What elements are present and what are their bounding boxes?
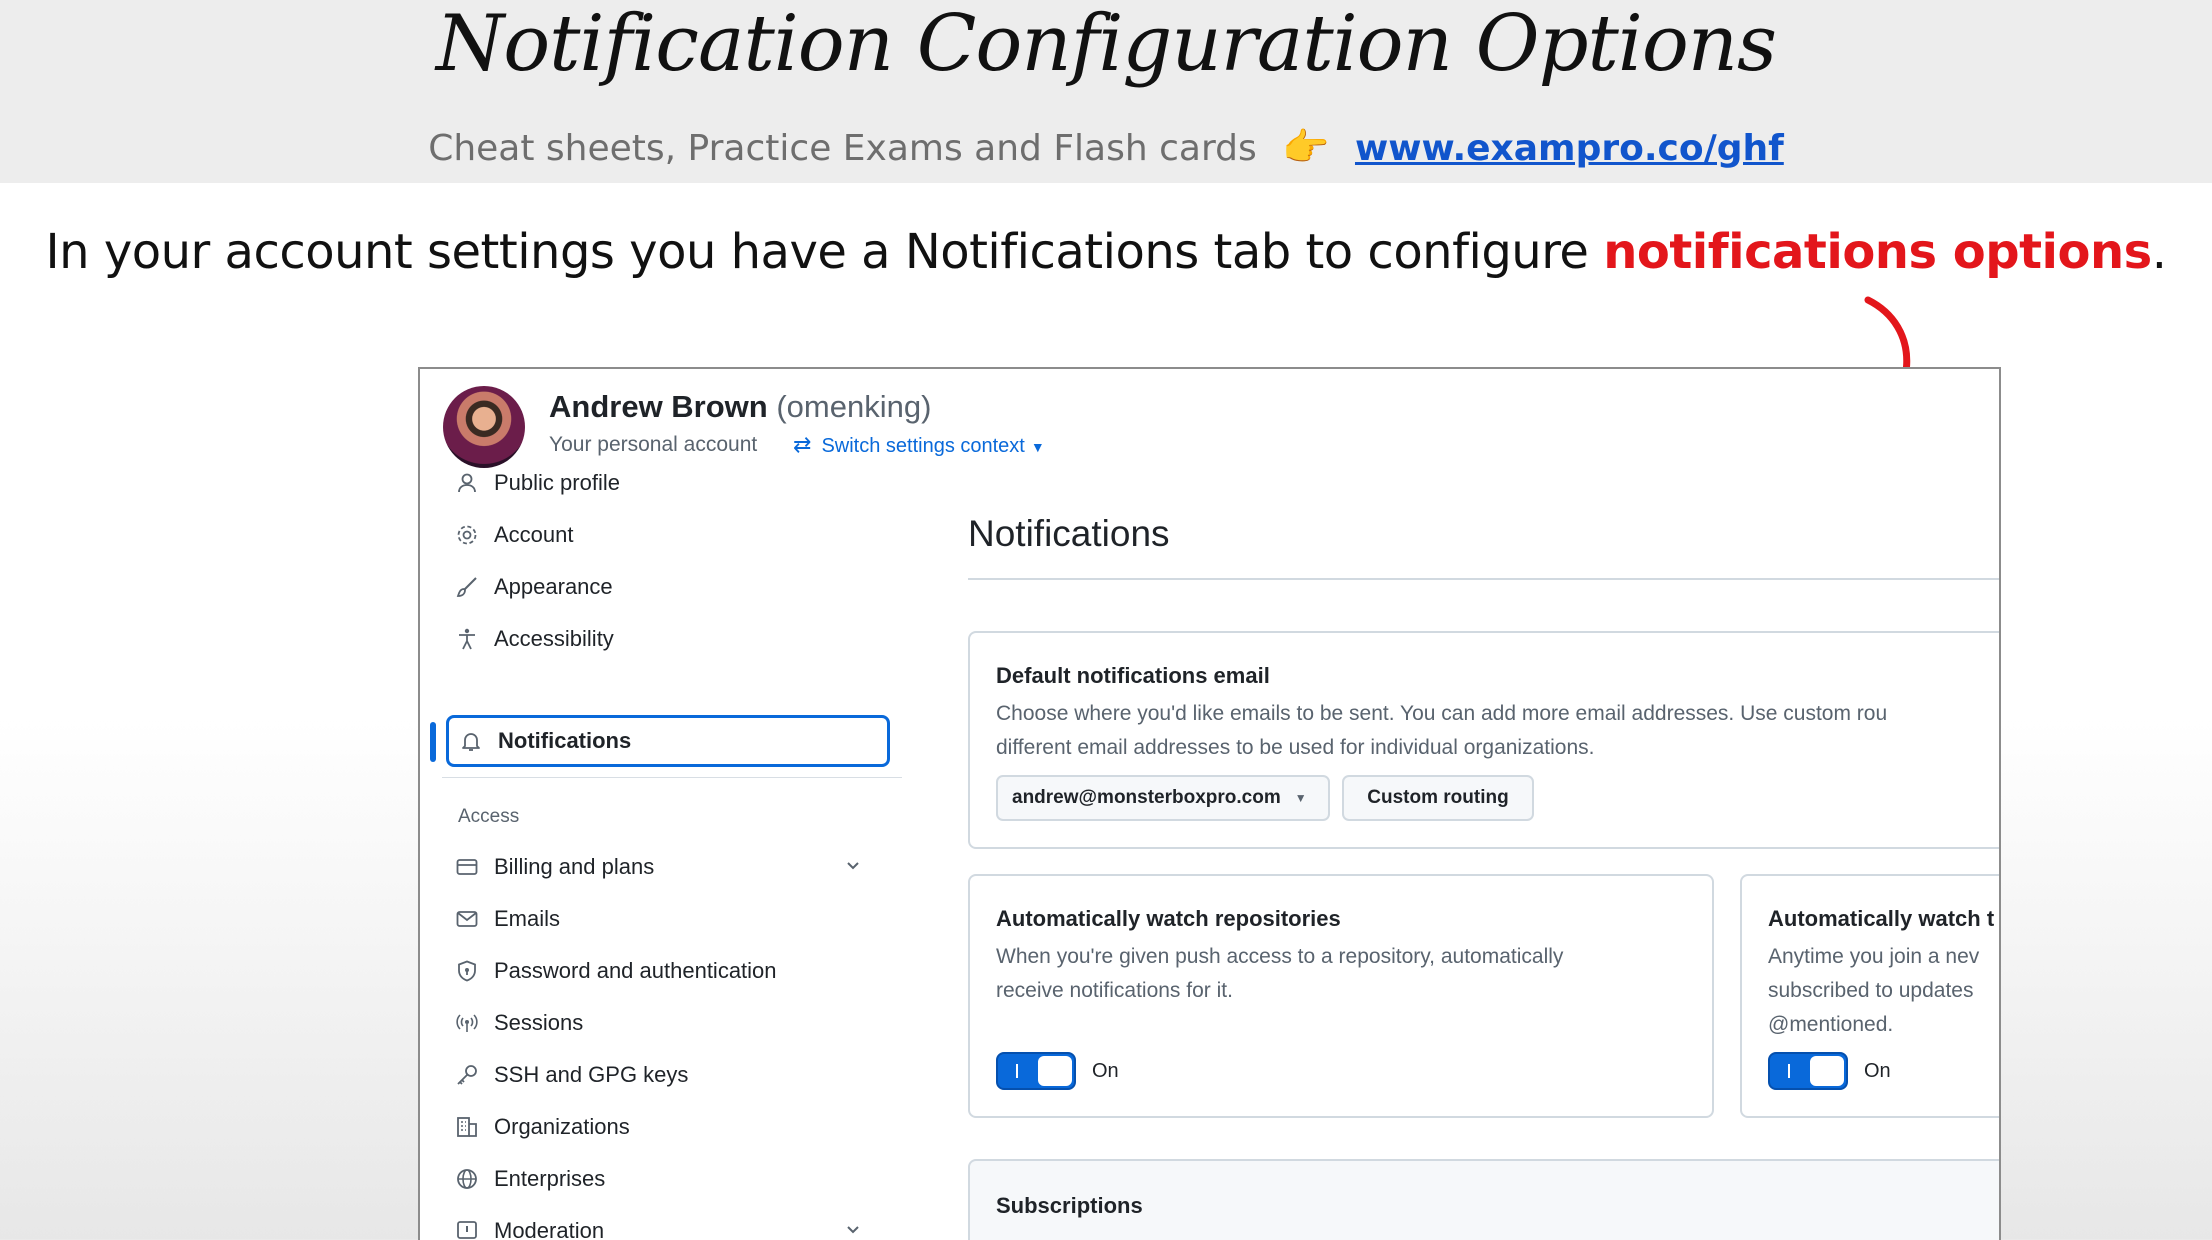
organization-icon bbox=[454, 1114, 480, 1140]
sidebar-divider bbox=[442, 777, 902, 778]
account-display-name: Andrew Brown bbox=[549, 389, 768, 424]
watch-repos-card: Automatically watch repositories When yo… bbox=[968, 874, 1714, 1118]
watch-teams-desc-line3: @mentioned. bbox=[1768, 1013, 1894, 1036]
watch-repos-desc-line1: When you're given push access to a repos… bbox=[996, 945, 1564, 968]
toggle-knob bbox=[1038, 1056, 1072, 1086]
account-name: Andrew Brown (omenking) bbox=[549, 389, 931, 425]
toggle-on-mark bbox=[1016, 1064, 1018, 1078]
switch-context-link[interactable]: ⇄ Switch settings context ▼ bbox=[793, 432, 1045, 458]
sidebar-item-emails[interactable]: Emails bbox=[442, 895, 882, 943]
mail-icon bbox=[454, 906, 480, 932]
title-divider bbox=[968, 578, 1999, 580]
bell-icon bbox=[458, 728, 484, 754]
sidebar-item-ssh-gpg[interactable]: SSH and GPG keys bbox=[442, 1051, 882, 1099]
sidebar-item-label: Billing and plans bbox=[494, 854, 655, 879]
subtitle-text: Cheat sheets, Practice Exams and Flash c… bbox=[428, 128, 1257, 169]
sidebar-item-label: Public profile bbox=[494, 470, 620, 495]
sidebar-item-label: Sessions bbox=[494, 1010, 584, 1035]
watch-repos-desc: When you're given push access to a repos… bbox=[996, 940, 1563, 1008]
sidebar-item-sessions[interactable]: Sessions bbox=[442, 999, 882, 1047]
sidebar-item-organizations[interactable]: Organizations bbox=[442, 1103, 882, 1151]
intro-text: In your account settings you have a Noti… bbox=[0, 222, 2212, 282]
sidebar-item-enterprises[interactable]: Enterprises bbox=[442, 1155, 882, 1203]
accessibility-icon bbox=[454, 626, 480, 652]
selected-indicator bbox=[430, 722, 436, 762]
slide-title: Notification Configuration Options bbox=[435, 0, 1777, 89]
slide-subtitle: Cheat sheets, Practice Exams and Flash c… bbox=[0, 122, 2212, 174]
watch-teams-toggle[interactable] bbox=[1768, 1052, 1848, 1090]
sidebar-item-accessibility[interactable]: Accessibility bbox=[442, 615, 882, 663]
settings-screenshot: Andrew Brown (omenking) Your personal ac… bbox=[418, 367, 2001, 1240]
toggle-on-mark bbox=[1788, 1064, 1790, 1078]
sidebar-item-label: Moderation bbox=[494, 1218, 605, 1240]
watch-teams-card: Automatically watch t Anytime you join a… bbox=[1740, 874, 1999, 1118]
custom-routing-button[interactable]: Custom routing bbox=[1342, 775, 1534, 821]
sidebar-item-label: Account bbox=[494, 522, 574, 547]
intro-period: . bbox=[2151, 224, 2167, 280]
sidebar-item-label: SSH and GPG keys bbox=[494, 1062, 689, 1087]
sidebar-item-billing[interactable]: Billing and plans bbox=[442, 843, 882, 891]
toggle-knob bbox=[1810, 1056, 1844, 1086]
watch-teams-toggle-label: On bbox=[1864, 1060, 1891, 1082]
paintbrush-icon bbox=[454, 574, 480, 600]
credit-card-icon bbox=[454, 854, 480, 880]
key-icon bbox=[454, 1062, 480, 1088]
default-email-card: Default notifications email Choose where… bbox=[968, 631, 1999, 849]
sidebar-item-moderation[interactable]: Moderation bbox=[442, 1207, 882, 1240]
globe-icon bbox=[454, 1166, 480, 1192]
exampro-link[interactable]: www.exampro.co/ghf bbox=[1355, 128, 1784, 169]
default-email-desc-line2: different email addresses to be used for… bbox=[996, 736, 1595, 759]
sidebar-item-label: Notifications bbox=[498, 728, 632, 753]
sidebar-item-label: Accessibility bbox=[494, 626, 614, 651]
email-select[interactable]: andrew@monsterboxpro.com ▼ bbox=[996, 775, 1330, 821]
intro-plain: In your account settings you have a Noti… bbox=[45, 224, 1604, 280]
chevron-down-icon[interactable] bbox=[844, 855, 862, 881]
sidebar-item-label: Enterprises bbox=[494, 1166, 606, 1191]
default-email-desc-line1: Choose where you'd like emails to be sen… bbox=[996, 702, 1888, 725]
pointing-hand-icon: 👉 bbox=[1282, 125, 1330, 169]
watch-teams-desc: Anytime you join a nev subscribed to upd… bbox=[1768, 940, 1979, 1042]
caret-down-icon: ▼ bbox=[1294, 791, 1307, 805]
watch-repos-title: Automatically watch repositories bbox=[996, 906, 1341, 931]
broadcast-icon bbox=[454, 1010, 480, 1036]
switch-context-label: Switch settings context bbox=[821, 435, 1025, 457]
report-icon bbox=[454, 1218, 480, 1240]
sidebar-item-label: Appearance bbox=[494, 574, 613, 599]
person-icon bbox=[454, 470, 480, 496]
default-email-title: Default notifications email bbox=[996, 663, 1270, 688]
watch-repos-toggle-label: On bbox=[1092, 1060, 1119, 1082]
sidebar-item-appearance[interactable]: Appearance bbox=[442, 563, 882, 611]
shield-lock-icon bbox=[454, 958, 480, 984]
sidebar-item-label: Organizations bbox=[494, 1114, 630, 1139]
page-title: Notifications bbox=[968, 513, 1170, 554]
caret-down-icon: ▼ bbox=[1030, 439, 1045, 455]
sidebar-group-label: Access bbox=[458, 806, 520, 827]
watch-teams-desc-line2: subscribed to updates bbox=[1768, 979, 1974, 1002]
subscriptions-card: Subscriptions bbox=[968, 1159, 1999, 1240]
sidebar-item-notifications[interactable]: Notifications bbox=[446, 715, 890, 767]
arrow-switch-icon: ⇄ bbox=[793, 432, 812, 457]
account-login: (omenking) bbox=[776, 389, 932, 424]
email-select-value: andrew@monsterboxpro.com bbox=[1012, 787, 1281, 808]
sidebar-item-account[interactable]: Account bbox=[442, 511, 882, 559]
watch-teams-title: Automatically watch t bbox=[1768, 906, 1995, 931]
avatar[interactable] bbox=[443, 386, 525, 468]
watch-repos-toggle[interactable] bbox=[996, 1052, 1076, 1090]
subscriptions-title: Subscriptions bbox=[996, 1193, 1143, 1218]
gear-icon bbox=[454, 522, 480, 548]
watch-repos-desc-line2: receive notifications for it. bbox=[996, 979, 1233, 1002]
sidebar-item-label: Emails bbox=[494, 906, 561, 931]
watch-teams-desc-line1: Anytime you join a nev bbox=[1768, 945, 1980, 968]
sidebar-item-public-profile[interactable]: Public profile bbox=[442, 459, 882, 507]
account-subtitle: Your personal account bbox=[549, 433, 758, 456]
default-email-desc: Choose where you'd like emails to be sen… bbox=[996, 697, 1887, 765]
sidebar-item-password-auth[interactable]: Password and authentication bbox=[442, 947, 882, 995]
intro-highlight: notifications options bbox=[1603, 224, 2152, 280]
chevron-down-icon[interactable] bbox=[844, 1219, 862, 1240]
sidebar-item-label: Password and authentication bbox=[494, 958, 777, 983]
